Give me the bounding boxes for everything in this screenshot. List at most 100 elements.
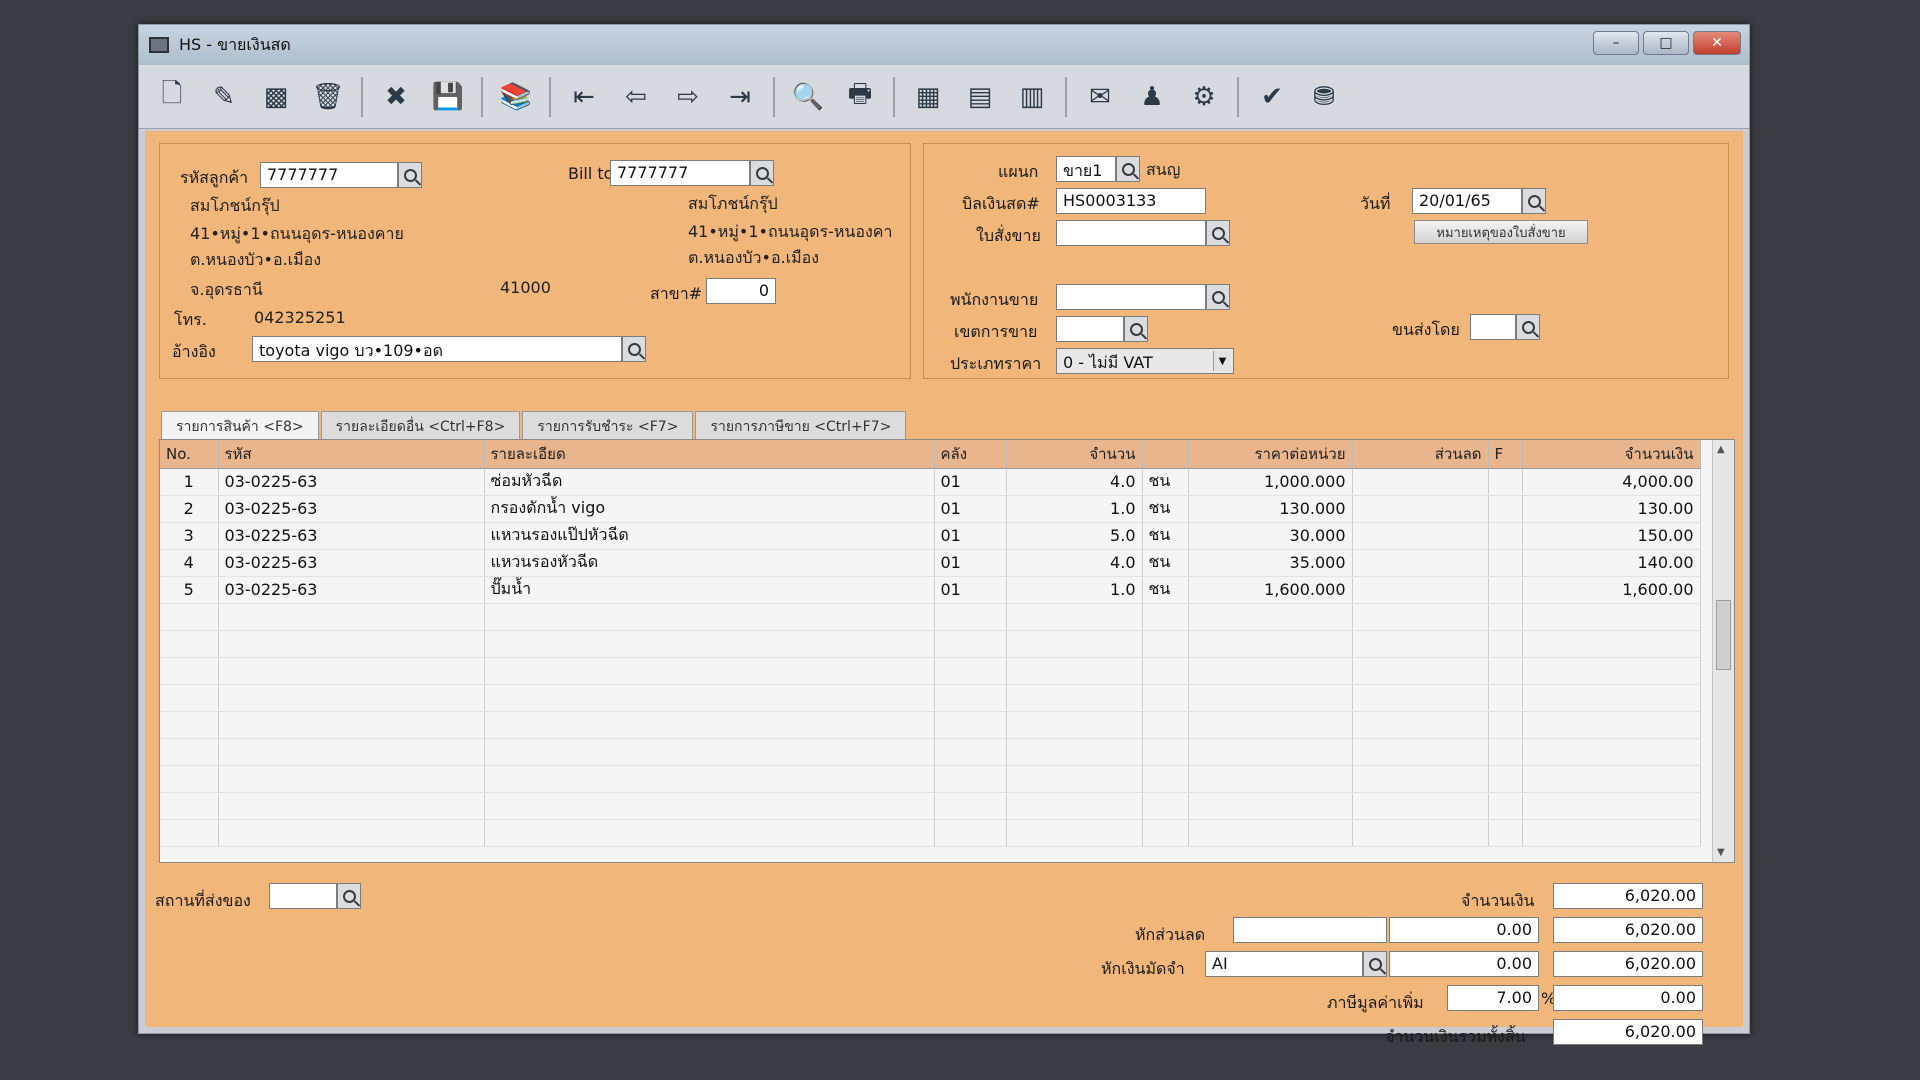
table-row[interactable]: [160, 738, 1701, 766]
col-flag[interactable]: F: [1488, 440, 1523, 469]
quantity-cell[interactable]: 1.0: [1006, 576, 1143, 604]
discount-cell[interactable]: [1352, 603, 1489, 631]
chevron-down-icon[interactable]: ▼: [1213, 351, 1231, 371]
sales-area-search-button[interactable]: [1124, 316, 1148, 342]
amount-cell[interactable]: 4,000.00: [1522, 468, 1701, 496]
item-code-cell[interactable]: 03-0225-63: [218, 495, 485, 523]
scroll-thumb[interactable]: [1716, 600, 1731, 670]
quantity-cell[interactable]: 1.0: [1006, 495, 1143, 523]
unit-cell[interactable]: ชน: [1142, 468, 1189, 496]
table-row[interactable]: [160, 765, 1701, 793]
item-description-cell[interactable]: ซ่อมหัวฉีด: [484, 468, 935, 496]
quantity-cell[interactable]: [1006, 711, 1143, 739]
flag-cell[interactable]: [1488, 522, 1523, 550]
new-doc-icon[interactable]: 🗋: [149, 74, 195, 120]
discount-cell[interactable]: [1352, 765, 1489, 793]
amount-cell[interactable]: 140.00: [1522, 549, 1701, 577]
table-row[interactable]: 4 03-0225-63 แหวนรองหัวฉีด 01 4.0 ชน 35.000 140…: [160, 549, 1701, 577]
warehouse-cell[interactable]: [934, 603, 1007, 631]
quantity-cell[interactable]: [1006, 738, 1143, 766]
reference-field[interactable]: toyota vigo บว•109•อด: [252, 336, 622, 362]
network-icon[interactable]: ⛃: [1301, 74, 1347, 120]
quantity-cell[interactable]: 4.0: [1006, 468, 1143, 496]
email-icon[interactable]: ✉: [1077, 74, 1123, 120]
unit-price-cell[interactable]: 130.000: [1188, 495, 1353, 523]
item-code-cell[interactable]: [218, 738, 485, 766]
discount-cell[interactable]: [1352, 522, 1489, 550]
col-description[interactable]: รายละเอียด: [484, 440, 935, 469]
scroll-up-icon[interactable]: ▲: [1717, 444, 1725, 455]
tools-icon[interactable]: ⚙: [1181, 74, 1227, 120]
amount-cell[interactable]: [1522, 711, 1701, 739]
discount-cell[interactable]: [1352, 495, 1489, 523]
table-row[interactable]: 5 03-0225-63 ปั๊มน้ำ 01 1.0 ชน 1,600.000 1,600.…: [160, 576, 1701, 604]
unit-cell[interactable]: [1142, 792, 1189, 820]
item-description-cell[interactable]: [484, 711, 935, 739]
item-code-cell[interactable]: 03-0225-63: [218, 468, 485, 496]
item-code-cell[interactable]: [218, 765, 485, 793]
discount-cell[interactable]: [1352, 576, 1489, 604]
col-unit[interactable]: [1142, 440, 1189, 469]
tab-sales-tax[interactable]: รายการภาษีขาย <Ctrl+F7>: [695, 411, 907, 439]
flag-cell[interactable]: [1488, 549, 1523, 577]
warehouse-cell[interactable]: [934, 819, 1007, 847]
warehouse-cell[interactable]: [934, 738, 1007, 766]
discount-cell[interactable]: [1352, 657, 1489, 685]
unit-cell[interactable]: [1142, 657, 1189, 685]
discount-cell[interactable]: [1352, 684, 1489, 712]
item-code-cell[interactable]: [218, 819, 485, 847]
department-search-button[interactable]: [1116, 156, 1140, 182]
unit-price-cell[interactable]: [1188, 738, 1353, 766]
item-description-cell[interactable]: [484, 819, 935, 847]
report-icon[interactable]: ▤: [957, 74, 1003, 120]
warehouse-cell[interactable]: 01: [934, 549, 1007, 577]
item-description-cell[interactable]: แหวนรองแป๊ปหัวฉีด: [484, 522, 935, 550]
customer-search-button[interactable]: [398, 162, 422, 188]
quantity-cell[interactable]: [1006, 657, 1143, 685]
prev-record-icon[interactable]: ⇦: [613, 74, 659, 120]
bill-to-code-field[interactable]: 7777777: [610, 160, 750, 186]
row-no-cell[interactable]: [160, 603, 219, 631]
bill-to-search-button[interactable]: [750, 160, 774, 186]
warehouse-cell[interactable]: [934, 765, 1007, 793]
reference-search-button[interactable]: [622, 336, 646, 362]
tab-items[interactable]: รายการสินค้า <F8>: [161, 411, 319, 439]
col-warehouse[interactable]: คลัง: [934, 440, 1007, 469]
item-code-cell[interactable]: [218, 657, 485, 685]
deposit-search-button[interactable]: [1363, 951, 1387, 977]
discount-cell[interactable]: [1352, 792, 1489, 820]
preview-icon[interactable]: 🔍: [785, 74, 831, 120]
warehouse-cell[interactable]: [934, 684, 1007, 712]
discount-cell[interactable]: [1352, 819, 1489, 847]
save-icon[interactable]: 💾: [425, 74, 471, 120]
item-description-cell[interactable]: [484, 603, 935, 631]
calculator-icon[interactable]: ▦: [905, 74, 951, 120]
item-description-cell[interactable]: [484, 738, 935, 766]
col-amount[interactable]: จำนวนเงิน: [1522, 440, 1701, 469]
row-no-cell[interactable]: [160, 738, 219, 766]
quantity-cell[interactable]: [1006, 630, 1143, 658]
unit-cell[interactable]: [1142, 603, 1189, 631]
date-picker-button[interactable]: [1522, 188, 1546, 214]
title-bar[interactable]: HS - ขายเงินสด – □ ✕: [139, 25, 1749, 65]
cash-bill-field[interactable]: HS0003133: [1056, 188, 1206, 214]
quantity-cell[interactable]: 4.0: [1006, 549, 1143, 577]
item-code-cell[interactable]: [218, 630, 485, 658]
deposit-code-field[interactable]: AI: [1205, 951, 1363, 977]
warehouse-cell[interactable]: 01: [934, 576, 1007, 604]
item-code-cell[interactable]: [218, 603, 485, 631]
flag-cell[interactable]: [1488, 738, 1523, 766]
col-code[interactable]: รหัส: [218, 440, 485, 469]
unit-cell[interactable]: [1142, 684, 1189, 712]
item-description-cell[interactable]: [484, 765, 935, 793]
amount-cell[interactable]: [1522, 603, 1701, 631]
quantity-cell[interactable]: 5.0: [1006, 522, 1143, 550]
unit-cell[interactable]: [1142, 819, 1189, 847]
flag-cell[interactable]: [1488, 819, 1523, 847]
amount-cell[interactable]: 130.00: [1522, 495, 1701, 523]
item-description-cell[interactable]: กรองดักน้ำ vigo: [484, 495, 935, 523]
col-discount[interactable]: ส่วนลด: [1352, 440, 1489, 469]
amount-cell[interactable]: [1522, 819, 1701, 847]
delete-icon[interactable]: 🗑: [305, 74, 351, 120]
ok-icon[interactable]: ✔: [1249, 74, 1295, 120]
